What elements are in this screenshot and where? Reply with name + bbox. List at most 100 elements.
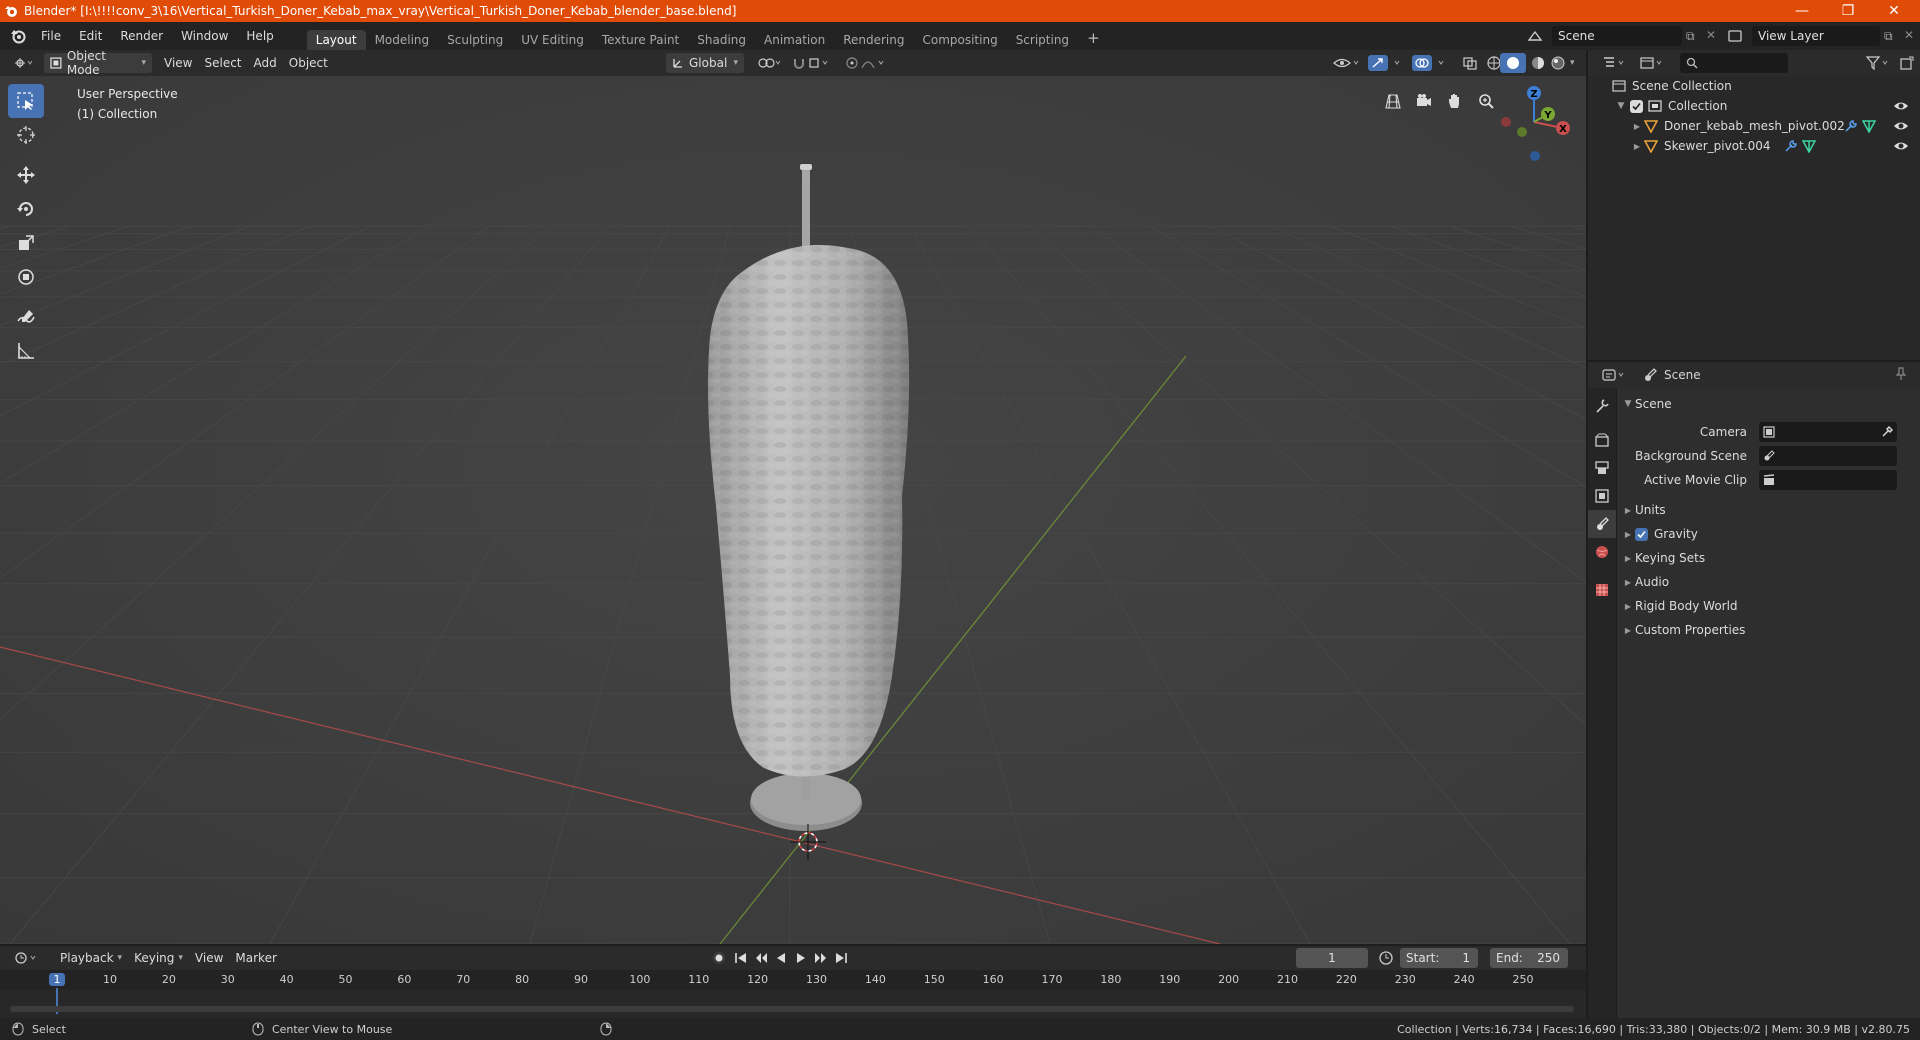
properties-editor-type-icon[interactable]	[1596, 365, 1634, 385]
tab-view-layer-icon[interactable]	[1588, 482, 1616, 510]
menu-window[interactable]: Window	[172, 29, 237, 43]
viewport-menu-add[interactable]: Add	[248, 53, 283, 73]
timeline-menu-marker[interactable]: Marker	[229, 948, 282, 968]
overlays-icon[interactable]	[1406, 53, 1458, 73]
gravity-panel[interactable]: ▶ Gravity	[1617, 522, 1920, 546]
object-visibility-eye-icon[interactable]	[1893, 138, 1909, 154]
outliner-object-row[interactable]: ▶ Skewer_pivot.004	[1588, 136, 1920, 156]
zoom-view-icon[interactable]	[1473, 88, 1499, 114]
menu-help[interactable]: Help	[237, 29, 282, 43]
outliner-search-input[interactable]	[1680, 53, 1788, 73]
gravity-checkbox[interactable]	[1635, 527, 1648, 541]
cursor-tool[interactable]	[8, 118, 44, 152]
panel-expand-icon[interactable]: ▶	[1621, 602, 1635, 611]
outliner-object-row[interactable]: ▶ Doner_kebab_mesh_pivot.002	[1588, 116, 1920, 136]
active-movie-clip-field[interactable]	[1759, 470, 1897, 490]
object-visibility-eye-icon[interactable]	[1893, 118, 1909, 134]
viewport-menu-view[interactable]: View	[158, 53, 198, 73]
delete-scene-icon[interactable]: ✕	[1706, 28, 1716, 42]
new-scene-icon[interactable]: ⧉	[1686, 29, 1695, 44]
tab-shading[interactable]: Shading	[688, 30, 755, 50]
tab-scene-icon[interactable]	[1588, 510, 1616, 538]
current-frame-marker[interactable]: 1	[49, 973, 65, 986]
delete-view-layer-icon[interactable]: ✕	[1904, 28, 1914, 42]
next-keyframe-icon[interactable]	[814, 951, 828, 965]
transform-tool[interactable]	[8, 260, 44, 294]
pan-view-hand-icon[interactable]	[1442, 88, 1468, 114]
record-button-icon[interactable]	[712, 951, 726, 965]
proportional-editing-icon[interactable]	[840, 53, 902, 73]
panel-expand-icon[interactable]: ▶	[1621, 506, 1635, 515]
snap-icon[interactable]	[786, 53, 838, 73]
eyedropper-icon[interactable]	[1881, 426, 1893, 438]
menu-edit[interactable]: Edit	[70, 29, 111, 43]
camera-field[interactable]	[1759, 422, 1897, 442]
pin-icon[interactable]	[1894, 367, 1908, 381]
prev-keyframe-icon[interactable]	[754, 951, 768, 965]
tab-uv-editing[interactable]: UV Editing	[512, 30, 593, 50]
mode-selector[interactable]: Object Mode ▾	[44, 49, 152, 77]
tab-sculpting[interactable]: Sculpting	[438, 30, 512, 50]
timeline-menu-keying[interactable]: Keying ▾	[128, 948, 189, 968]
gizmo-neg-x[interactable]	[1501, 117, 1511, 127]
scene-panel-collapse-icon[interactable]: ▼	[1621, 399, 1635, 409]
object-expand-icon[interactable]: ▶	[1630, 142, 1644, 151]
view-layer-field[interactable]: View Layer	[1752, 26, 1880, 46]
add-workspace-icon[interactable]: +	[1078, 26, 1109, 50]
panel-expand-icon[interactable]: ▶	[1621, 554, 1635, 563]
tab-scripting[interactable]: Scripting	[1007, 30, 1078, 50]
gizmo-neg-z[interactable]	[1530, 151, 1540, 161]
tab-texture-icon[interactable]	[1588, 576, 1616, 604]
timeline-panel[interactable]: 1 10 20 30 40 50 60 70 80 90 100 110 120 130 140 150 160…	[0, 970, 1586, 1018]
scene-field[interactable]: Scene	[1552, 26, 1682, 46]
collection-visibility-eye-icon[interactable]	[1893, 98, 1909, 114]
background-scene-field[interactable]	[1759, 446, 1897, 466]
mesh-data-icon[interactable]	[1862, 119, 1876, 133]
shading-options-icon[interactable]: ▾	[1564, 53, 1581, 73]
menu-render[interactable]: Render	[111, 29, 172, 43]
keying-sets-panel[interactable]: ▶ Keying Sets	[1617, 546, 1920, 570]
play-icon[interactable]	[794, 951, 808, 965]
outliner-scene-collection-row[interactable]: Scene Collection	[1588, 76, 1920, 96]
toggle-perspective-icon[interactable]	[1380, 88, 1406, 114]
modifier-wrench-icon[interactable]	[1784, 139, 1798, 153]
blender-menu-icon[interactable]	[10, 28, 26, 44]
move-tool[interactable]	[8, 158, 44, 192]
start-frame-field[interactable]: Start: 1	[1400, 948, 1478, 968]
collection-exclude-checkbox[interactable]	[1630, 99, 1643, 113]
collection-expand-icon[interactable]: ▼	[1614, 101, 1628, 111]
rotate-tool[interactable]	[8, 192, 44, 226]
tab-rendering[interactable]: Rendering	[834, 30, 913, 50]
viewport-menu-select[interactable]: Select	[198, 53, 247, 73]
new-view-layer-icon[interactable]: ⧉	[1884, 29, 1893, 44]
jump-start-icon[interactable]	[734, 951, 748, 965]
tab-compositing[interactable]: Compositing	[913, 30, 1006, 50]
tab-world-icon[interactable]	[1588, 538, 1616, 566]
filter-icon[interactable]	[1860, 53, 1898, 73]
outliner-editor-type-icon[interactable]	[1596, 53, 1634, 73]
timeline-editor-type-icon[interactable]	[8, 948, 46, 968]
rigid-body-world-panel[interactable]: ▶ Rigid Body World	[1617, 594, 1920, 618]
mesh-data-icon[interactable]	[1802, 139, 1816, 153]
tab-animation[interactable]: Animation	[755, 30, 834, 50]
tab-texture-paint[interactable]: Texture Paint	[593, 30, 688, 50]
modifier-wrench-icon[interactable]	[1844, 119, 1858, 133]
custom-properties-panel[interactable]: ▶ Custom Properties	[1617, 618, 1920, 642]
viewport-canvas[interactable]: Z Y X	[0, 76, 1586, 944]
gizmo-neg-y[interactable]	[1517, 127, 1527, 137]
current-frame-field[interactable]: 1	[1296, 948, 1368, 968]
jump-end-icon[interactable]	[834, 951, 848, 965]
play-reverse-icon[interactable]	[774, 951, 788, 965]
audio-panel[interactable]: ▶ Audio	[1617, 570, 1920, 594]
pivot-point-icon[interactable]	[752, 53, 790, 73]
panel-expand-icon[interactable]: ▶	[1621, 530, 1635, 539]
shading-solid-icon[interactable]	[1500, 53, 1526, 73]
scene-selector-icon[interactable]	[1527, 28, 1543, 44]
tab-tool-icon[interactable]	[1588, 392, 1616, 420]
menu-file[interactable]: File	[32, 29, 70, 43]
transform-orientation-dropdown[interactable]: Global ▾	[666, 53, 744, 73]
object-expand-icon[interactable]: ▶	[1630, 122, 1644, 131]
end-frame-field[interactable]: End: 250	[1490, 948, 1568, 968]
timeline-menu-playback[interactable]: Playback ▾	[54, 948, 128, 968]
measure-tool[interactable]	[8, 334, 44, 368]
